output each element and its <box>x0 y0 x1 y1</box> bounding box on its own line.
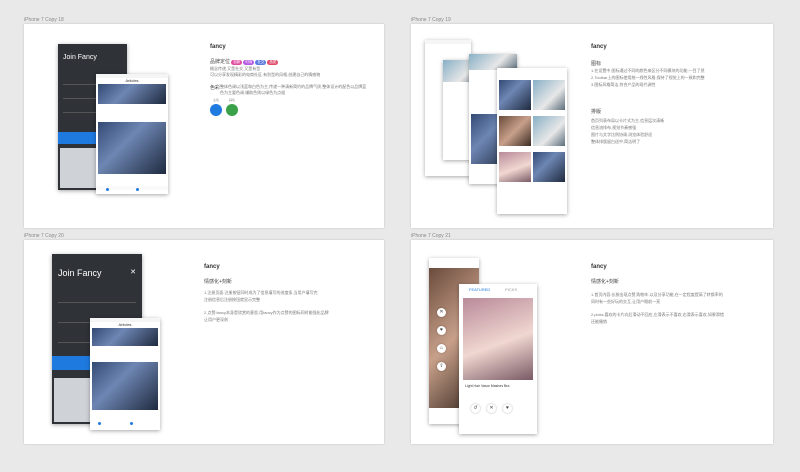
grid-photo-2[interactable] <box>533 80 565 110</box>
board-title: fancy <box>204 264 220 270</box>
board-title: fancy <box>591 44 607 50</box>
layout-line-4: 整体排版留白适中,简洁明了 <box>591 139 641 144</box>
cart-icon[interactable] <box>130 422 133 425</box>
cart-icon[interactable] <box>136 188 139 191</box>
board-label: iPhone 7 Copy 20 <box>24 233 64 239</box>
board-sub: 情感化+刻新 <box>204 279 232 285</box>
undo-icon[interactable]: ↺ <box>471 404 480 413</box>
brand-line-2: 可以分享发现精彩的电商社区,有别型的风格,创建自己的情感物 <box>210 72 321 77</box>
badge-quality: 品质 <box>267 60 279 65</box>
brand-line-1: 概念传递,又是社交,又是有型 <box>210 66 261 71</box>
home-icon[interactable] <box>98 422 101 425</box>
article-photo-2[interactable] <box>98 122 166 174</box>
dislike-icon[interactable]: ✕ <box>487 404 496 413</box>
grid-photo-1[interactable] <box>499 80 531 110</box>
artboard-copy-20: Join Fancy ✕ Articles fancy 情感化+刻新 1.注册页… <box>24 240 384 444</box>
card-caption: Light Hair Vasor Mashes Bra <box>465 384 510 388</box>
artboard-copy-18: Join Fancy Articles fancy 品牌定位 创新 时尚 社交 品质 … <box>24 24 384 228</box>
heart-icon[interactable]: ♥ <box>437 326 446 335</box>
pick-card-photo[interactable] <box>463 298 533 380</box>
grid-photo-3[interactable] <box>499 116 531 146</box>
line-4: 让用户更深刻 <box>204 317 228 322</box>
brand-label: 品牌定位 创新 时尚 社交 品质 <box>210 59 279 65</box>
grid-photo-6[interactable] <box>533 152 565 182</box>
badge-innovation: 创新 <box>231 60 243 65</box>
field-1[interactable] <box>58 294 136 303</box>
articles-title: Articles <box>125 78 139 83</box>
layout-line-1: 首页列表布局以卡片式为主,信息层次清晰 <box>591 118 665 123</box>
board-title: fancy <box>210 44 226 50</box>
color-label: 色彩 <box>210 85 221 91</box>
line-3: 2.点赞:fancy本身是欣赏的意思,用fancy作为点赞的图标同时能强化品牌 <box>204 310 329 315</box>
artboard-copy-19: fancy 图标 1.在设置中,图标通过不同的颜色来区分不同模块的功能,一目了然… <box>411 24 773 228</box>
board-label: iPhone 7 Copy 18 <box>24 17 64 23</box>
like-icon[interactable]: ♥ <box>503 404 512 413</box>
articles-title: Articles <box>118 322 132 327</box>
board-sub: 情感化+刻新 <box>591 279 619 285</box>
articles-phone: Articles <box>96 74 168 194</box>
cart-icon[interactable]: ⌂ <box>437 344 446 353</box>
artboard-copy-21: ✕ ♥ ⌂ ⇪ FEATURED PICKS Light Hair Vasor … <box>411 240 773 444</box>
close-icon[interactable]: ✕ <box>437 308 446 317</box>
icon-line-2: 2.Toolbar上的图标使用统一线性风格,保持了视觉上的一致和完整 <box>591 75 705 80</box>
join-title: Join Fancy <box>58 268 102 278</box>
color-text: 整体色调以浅蓝和白色为主,传递一种清新简约的品牌气质,整体设计的配色以品牌蓝色为… <box>220 84 367 95</box>
badge-social: 社交 <box>255 60 267 65</box>
swatch-primary <box>210 104 222 116</box>
line-1: 1.注册页面:注册按钮同时成为了信息填写的进度条,当用户填写完 <box>204 290 318 295</box>
swatch-secondary <box>226 104 238 116</box>
article-photo[interactable] <box>98 84 166 104</box>
grid-photo-5[interactable] <box>499 152 531 182</box>
line-4: 还能撤销 <box>591 319 607 324</box>
line-2: 同时有一些好玩的交互,让用户眼前一亮 <box>591 299 661 304</box>
grid-phone <box>497 68 567 214</box>
article-photo-2[interactable] <box>92 362 158 410</box>
close-icon[interactable]: ✕ <box>130 268 136 276</box>
layout-line-2: 信息流排布,视觉节奏感强 <box>591 125 637 130</box>
icon-line-1: 1.在设置中,图标通过不同的颜色来区分不同模块的功能,一目了然 <box>591 68 705 73</box>
home-icon[interactable] <box>106 188 109 191</box>
articles-phone: Articles <box>90 318 160 430</box>
share-icon[interactable]: ⇪ <box>437 362 446 371</box>
board-label: iPhone 7 Copy 19 <box>411 17 451 23</box>
tab-featured[interactable]: FEATURED <box>469 287 490 292</box>
badge-fashion: 时尚 <box>243 60 255 65</box>
article-photo[interactable] <box>92 328 158 346</box>
layout-line-3: 图片与文字比例协调,浏览体验舒适 <box>591 132 653 137</box>
tab-picks[interactable]: PICKS <box>505 287 517 292</box>
board-label: iPhone 7 Copy 21 <box>411 233 451 239</box>
board-title: fancy <box>591 264 607 270</box>
layout-label: 排版 <box>591 109 602 115</box>
line-2: 注册信息后注册按钮就显示完整 <box>204 297 260 302</box>
line-1: 1.首页内容:长按出现点赞,购物车,以及分享功能,在一定程度提高了转换率的 <box>591 292 723 297</box>
swatch-primary-label: 主色 <box>213 98 220 102</box>
grid-photo-4[interactable] <box>533 116 565 146</box>
status-bar <box>425 40 471 44</box>
join-title: Join Fancy <box>63 54 97 61</box>
icon-line-3: 3.图标风格简洁,符合产品的现代调性 <box>591 82 656 87</box>
line-3: 2.picks:喜欢的卡片向后滑动不回应,左滑表示不喜欢,右滑表示喜欢,如果滑错 <box>591 312 724 317</box>
swatch-secondary-label: 辅色 <box>229 98 236 102</box>
picks-phone: FEATURED PICKS Light Hair Vasor Mashes B… <box>459 284 537 434</box>
icon-label: 图标 <box>591 61 602 67</box>
